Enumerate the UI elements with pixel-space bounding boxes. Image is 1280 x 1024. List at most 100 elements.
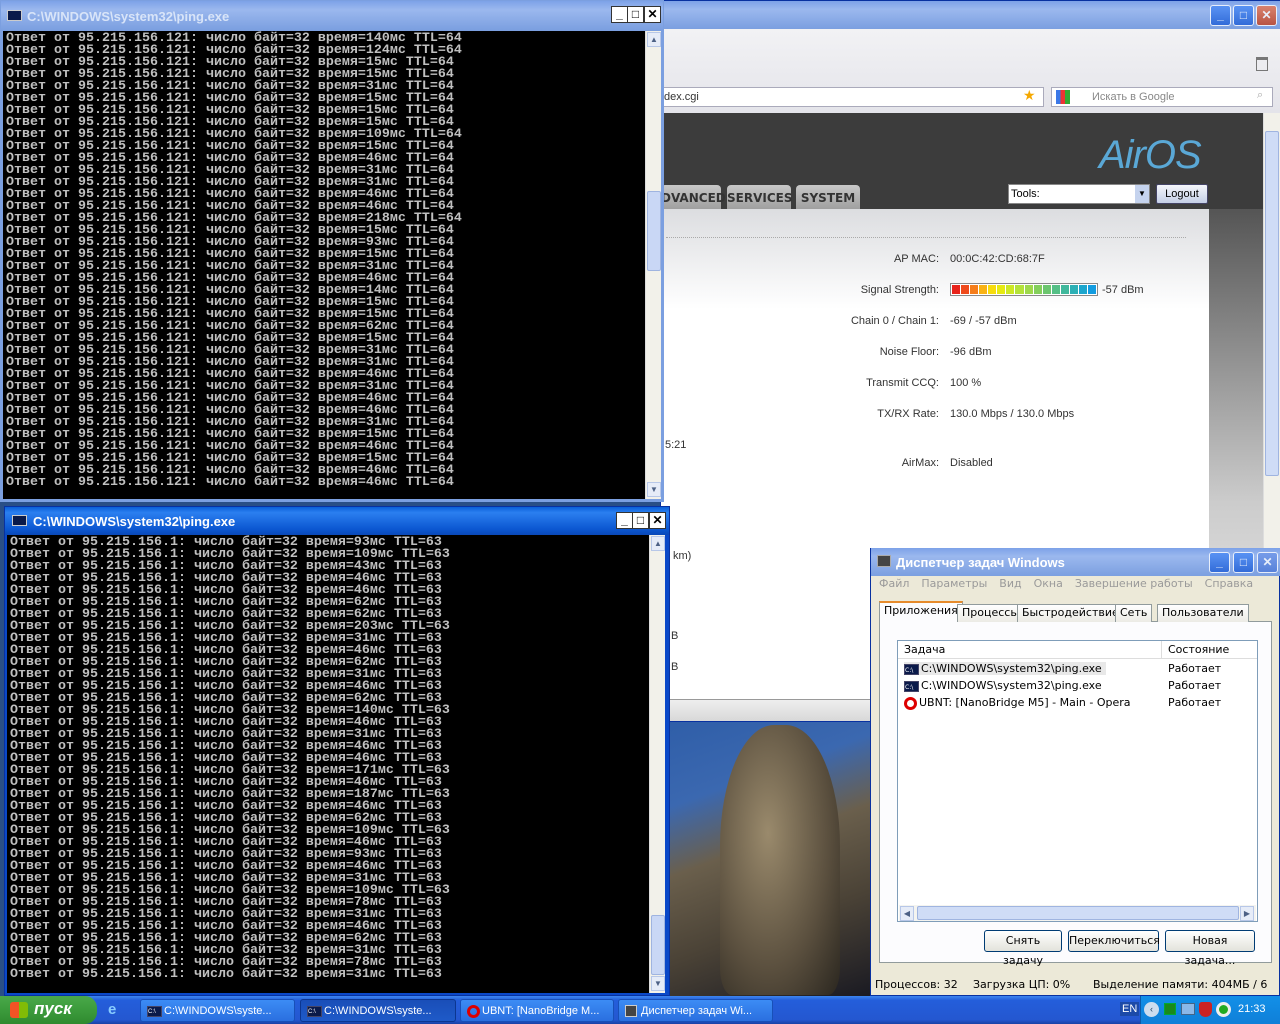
minimize-button[interactable]: _ (611, 6, 628, 23)
console-scrollbar[interactable]: ▲ ▼ (649, 535, 665, 993)
maximize-button[interactable]: □ (632, 512, 649, 529)
taskbar-item-opera[interactable]: UBNT: [NanoBridge M... (460, 999, 614, 1022)
field-value: -96 dBm (950, 346, 992, 358)
tray-collapse-icon[interactable]: ‹ (1144, 1002, 1159, 1017)
clock[interactable]: 21:33 (1238, 1003, 1266, 1015)
tab-users[interactable]: Пользователи (1157, 604, 1249, 622)
signal-segment (961, 285, 970, 294)
tray-monitor-icon[interactable] (1164, 1003, 1176, 1015)
minimize-button[interactable]: _ (1210, 5, 1231, 26)
partial-text: B (671, 630, 679, 642)
column-header-task[interactable]: Задача (898, 641, 1162, 659)
signal-segment (1078, 285, 1087, 294)
tab-services[interactable]: SERVICES (727, 185, 792, 211)
taskbar-item-ping-2[interactable]: C:\ C:\WINDOWS\syste... (300, 999, 456, 1022)
menu-options[interactable]: Параметры (915, 577, 993, 595)
tab-performance[interactable]: Быстродействие (1017, 604, 1124, 622)
signal-segment (1060, 285, 1069, 294)
tray-network-icon[interactable] (1181, 1003, 1195, 1015)
close-button[interactable]: ✕ (1257, 552, 1278, 573)
console-line: Ответ от 95.215.156.121: число байт=32 в… (6, 475, 454, 490)
signal-segment (988, 285, 997, 294)
column-header-status[interactable]: Состояние (1162, 641, 1257, 659)
menu-help[interactable]: Справка (1199, 577, 1259, 595)
maximize-button[interactable]: □ (1233, 552, 1254, 573)
taskbar-item-taskmgr[interactable]: Диспетчер задач Wi... (618, 999, 773, 1022)
bookmark-star-icon[interactable]: ★ (1023, 87, 1036, 104)
maximize-button[interactable]: □ (627, 6, 644, 23)
minimize-button[interactable]: _ (1209, 552, 1230, 573)
trash-icon[interactable] (1256, 57, 1268, 71)
end-task-button[interactable]: Снять задачу (984, 930, 1062, 967)
airos-logo: AirOS (1099, 133, 1202, 177)
opera-icon (467, 1004, 480, 1018)
cmd-icon: C:\ (147, 1005, 162, 1017)
status-cpu: Загрузка ЦП: 0% (973, 978, 1071, 991)
switch-to-button[interactable]: Переключиться (1068, 930, 1160, 952)
taskbar-item-label: UBNT: [NanoBridge M... (482, 1005, 600, 1017)
dotted-divider (666, 237, 1186, 238)
ping-top-titlebar[interactable]: C:\WINDOWS\system32\ping.exe (1, 1, 663, 30)
taskbar-item-label: C:\WINDOWS\syste... (324, 1005, 432, 1017)
field-value: Disabled (950, 457, 993, 469)
signal-segment (979, 285, 988, 294)
signal-segment (952, 285, 961, 294)
browser-titlebar[interactable] (661, 1, 1280, 29)
scroll-down-arrow[interactable]: ▼ (651, 976, 665, 991)
signal-segment (1015, 285, 1024, 294)
signal-segment (1051, 285, 1060, 294)
taskmgr-icon (877, 555, 891, 567)
cmd-icon (7, 10, 22, 21)
task-row[interactable]: C:\ C:\WINDOWS\system32\ping.exe Работает (904, 678, 1254, 694)
field-value: 100 % (950, 377, 982, 389)
field-label: Chain 0 / Chain 1: (850, 315, 939, 327)
signal-segment (970, 285, 979, 294)
scroll-right-arrow[interactable]: ▶ (1240, 906, 1254, 921)
tab-network[interactable]: Сеть (1115, 604, 1153, 622)
menu-shutdown[interactable]: Завершение работы (1069, 577, 1199, 595)
task-row[interactable]: UBNT: [NanoBridge M5] - Main - Opera Рабо… (904, 695, 1254, 711)
scroll-down-arrow[interactable]: ▼ (647, 482, 661, 497)
close-button[interactable]: ✕ (644, 6, 661, 23)
opera-icon (904, 696, 917, 710)
address-bar[interactable]: dex.cgi (661, 87, 1044, 107)
tray-security-shield-icon[interactable] (1199, 1002, 1212, 1017)
scrollbar-thumb[interactable] (651, 915, 665, 975)
tab-processes[interactable]: Процессы (957, 604, 1025, 622)
tray-green-icon[interactable] (1216, 1002, 1231, 1017)
task-row[interactable]: C:\ C:\WINDOWS\system32\ping.exe Работает (904, 661, 1254, 677)
scroll-left-arrow[interactable]: ◀ (900, 906, 914, 921)
menu-windows[interactable]: Окна (1028, 577, 1069, 595)
tab-advanced[interactable]: DVANCED (661, 185, 726, 211)
scroll-up-arrow[interactable]: ▲ (647, 32, 661, 47)
scrollbar-thumb[interactable] (1265, 131, 1279, 476)
scrollbar-thumb[interactable] (917, 906, 1239, 920)
minimize-button[interactable]: _ (616, 512, 633, 529)
scrollbar-thumb[interactable] (647, 191, 661, 271)
menu-view[interactable]: Вид (993, 577, 1027, 595)
menu-file[interactable]: Файл (871, 577, 915, 595)
search-magnifier-icon[interactable]: ⌕ (1257, 89, 1263, 102)
logout-button[interactable]: Logout (1156, 184, 1208, 204)
ie-icon[interactable]: e (108, 1001, 116, 1018)
ping-window-bottom: C:\WINDOWS\system32\ping.exe _ □ ✕ Ответ… (4, 506, 670, 996)
close-button[interactable]: ✕ (649, 512, 666, 529)
taskbar-item-ping-1[interactable]: C:\ C:\WINDOWS\syste... (140, 999, 295, 1022)
horizontal-scrollbar[interactable]: ◀ ▶ (899, 905, 1256, 921)
console-scrollbar[interactable]: ▲ ▼ (645, 31, 661, 499)
taskmgr-icon (625, 1005, 637, 1018)
close-button[interactable]: ✕ (1256, 5, 1277, 26)
maximize-button[interactable]: □ (1233, 5, 1254, 26)
signal-segment (1033, 285, 1042, 294)
console-output[interactable]: Ответ от 95.215.156.1: число байт=32 вре… (7, 535, 649, 993)
chevron-down-icon[interactable]: ▼ (1135, 185, 1149, 203)
tab-system[interactable]: SYSTEM (796, 185, 860, 211)
scroll-up-arrow[interactable]: ▲ (651, 536, 665, 551)
new-task-button[interactable]: Новая задача... (1165, 930, 1255, 967)
console-output[interactable]: Ответ от 95.215.156.121: число байт=32 в… (3, 31, 645, 499)
tools-select[interactable]: Tools: (1008, 184, 1150, 204)
tab-applications[interactable]: Приложения (879, 601, 963, 622)
search-input[interactable]: Искать в Google (1051, 87, 1273, 107)
language-indicator[interactable]: EN (1120, 1002, 1140, 1016)
ping-bottom-titlebar[interactable]: C:\WINDOWS\system32\ping.exe (5, 507, 669, 535)
